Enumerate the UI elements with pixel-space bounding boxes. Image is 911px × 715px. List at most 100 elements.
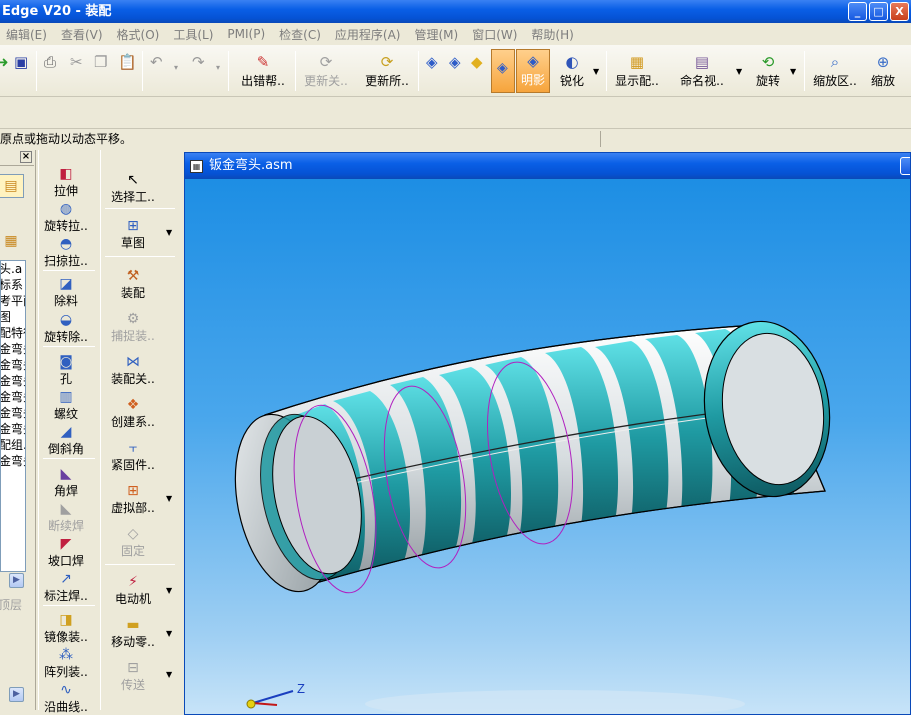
tree-item[interactable]: 金弯头: [1, 421, 25, 437]
shading-button[interactable]: ◈ 明影: [516, 49, 550, 93]
tree-item[interactable]: 金弯头: [1, 405, 25, 421]
shaded-edges-button[interactable]: ◈: [491, 49, 515, 93]
z-axis-label: Z: [297, 681, 305, 696]
view-trimetric-icon[interactable]: ◆: [471, 53, 483, 71]
transfer-button[interactable]: ⊟ 传送: [103, 660, 163, 693]
redo-dropdown-icon[interactable]: ▾: [216, 63, 220, 72]
save-icon[interactable]: ▣: [14, 53, 28, 71]
capture-fit-button[interactable]: ⚙ 捕捉装..: [103, 311, 163, 344]
undo-dropdown-icon[interactable]: ▾: [174, 63, 178, 72]
fastener-button[interactable]: ⫟ 紧固件..: [103, 440, 163, 473]
mirror-assembly-button[interactable]: ◨ 镜像装..: [36, 612, 96, 645]
groove-weld-icon: ◤: [60, 536, 72, 552]
intermittent-weld-button[interactable]: ◣ 断续焊: [36, 501, 96, 534]
cutout-button[interactable]: ◪ 除料: [36, 276, 96, 309]
minimize-button[interactable]: _: [848, 2, 867, 21]
fillet-weld-button[interactable]: ◣ 角焊: [36, 466, 96, 499]
menu-view[interactable]: 查看(V): [55, 26, 111, 43]
zoom-area-button[interactable]: ⌕ 缩放区..: [810, 45, 860, 95]
revolve-button[interactable]: ◍ 旋转拉..: [36, 201, 96, 234]
tree-item[interactable]: 配组..: [1, 437, 25, 453]
create-system-button[interactable]: ❖ 创建系..: [103, 397, 163, 430]
groove-weld-button[interactable]: ◤ 坡口焊: [36, 536, 96, 569]
menu-help[interactable]: 帮助(H): [525, 26, 581, 43]
menu-window[interactable]: 窗口(W): [466, 26, 525, 43]
extrude-button[interactable]: ◧ 拉伸: [36, 166, 96, 199]
sketch-dropdown-icon[interactable]: ▼: [166, 228, 172, 237]
menu-edit[interactable]: 编辑(E): [0, 26, 55, 43]
print-icon[interactable]: ⎙: [44, 53, 56, 71]
pane-scroll-right-icon[interactable]: ▶: [9, 687, 24, 702]
tree-item[interactable]: 金弯头: [1, 453, 25, 469]
sharpen-button[interactable]: ◐ 锐化: [556, 45, 588, 95]
menu-inspect[interactable]: 检查(C): [273, 26, 329, 43]
motor-button[interactable]: ⚡ 电动机: [103, 574, 163, 607]
window-title-bar: Edge V20 - 装配 _ □ X: [0, 0, 911, 23]
chamfer-button[interactable]: ◢ 倒斜角: [36, 424, 96, 457]
close-button[interactable]: X: [890, 2, 909, 21]
pathfinder-tab-icon[interactable]: ▤: [0, 174, 24, 198]
tree-item[interactable]: 考平面: [1, 293, 25, 309]
error-assistant-button[interactable]: ✎ 出错帮..: [236, 45, 290, 95]
along-curve-button[interactable]: ∿ 沿曲线..: [36, 682, 96, 715]
move-parts-dropdown-icon[interactable]: ▼: [166, 629, 172, 638]
menu-tools[interactable]: 工具(L): [167, 26, 221, 43]
move-parts-button[interactable]: ▬ 移动零..: [103, 617, 163, 650]
virtual-component-dropdown-icon[interactable]: ▼: [166, 494, 172, 503]
undo-icon[interactable]: ↶: [150, 53, 163, 71]
menu-pmi[interactable]: PMI(P): [221, 27, 273, 41]
pattern-assembly-button[interactable]: ⁂ 阵列装..: [36, 647, 96, 680]
copy-icon[interactable]: ❐: [94, 53, 107, 71]
sharpen-dropdown-icon[interactable]: ▼: [593, 67, 599, 76]
menu-applications[interactable]: 应用程序(A): [329, 26, 409, 43]
assembly-relations-button[interactable]: ⋈ 装配关..: [103, 354, 163, 387]
tree-item[interactable]: 金弯头: [1, 373, 25, 389]
update-all-button[interactable]: ⟳ 更新所..: [360, 45, 414, 95]
tree-item[interactable]: 金弯头: [1, 389, 25, 405]
thread-icon: ▥: [59, 389, 73, 405]
view-dimetric-icon[interactable]: ◈: [449, 53, 461, 71]
tree-item[interactable]: 标系: [1, 277, 25, 293]
rotate-button[interactable]: ⟲ 旋转: [752, 45, 784, 95]
named-view-dropdown-icon[interactable]: ▼: [736, 67, 742, 76]
ground-button[interactable]: ◇ 固定: [103, 526, 163, 559]
menu-format[interactable]: 格式(O): [111, 26, 168, 43]
tree-item[interactable]: 头.a: [1, 261, 25, 277]
graphics-viewport[interactable]: Z: [185, 179, 910, 714]
zoom-button[interactable]: ⊕ 缩放: [866, 45, 900, 95]
tree-item[interactable]: 金弯头: [1, 357, 25, 373]
cut-icon[interactable]: ✂: [70, 53, 83, 71]
rotate-dropdown-icon[interactable]: ▼: [790, 67, 796, 76]
hole-button[interactable]: ◙ 孔: [36, 354, 96, 387]
paste-icon[interactable]: 📋: [118, 53, 137, 71]
extrude-icon: ◧: [59, 166, 73, 182]
maximize-button[interactable]: □: [869, 2, 888, 21]
open-icon[interactable]: ➜: [0, 53, 9, 71]
redo-icon[interactable]: ↷: [192, 53, 205, 71]
transfer-dropdown-icon[interactable]: ▼: [166, 670, 172, 679]
sweep-button[interactable]: ◓ 扫掠拉..: [36, 236, 96, 269]
named-view-icon: ▤: [694, 53, 710, 71]
select-tool-button[interactable]: ↖ 选择工..: [103, 172, 163, 205]
virtual-component-button[interactable]: ⊞ 虚拟部..: [103, 483, 163, 516]
document-icon: ▦: [190, 160, 203, 173]
assembly-icon[interactable]: ▦: [0, 230, 24, 254]
thread-button[interactable]: ▥ 螺纹: [36, 389, 96, 422]
update-relations-button[interactable]: ⟳ 更新关..: [300, 45, 352, 95]
tree-item[interactable]: 金弯头: [1, 341, 25, 357]
label-weld-button[interactable]: ↗ 标注焊..: [36, 571, 96, 604]
document-minimize-button[interactable]: [900, 157, 910, 175]
transfer-icon: ⊟: [127, 660, 139, 676]
assemble-button[interactable]: ⚒ 装配: [103, 268, 163, 301]
menu-manage[interactable]: 管理(M): [408, 26, 466, 43]
named-view-button[interactable]: ▤ 命名视..: [676, 45, 728, 95]
motor-dropdown-icon[interactable]: ▼: [166, 586, 172, 595]
sketch-button[interactable]: ⊞ 草图: [103, 218, 163, 251]
revolved-cutout-button[interactable]: ◒ 旋转除..: [36, 312, 96, 345]
show-config-button[interactable]: ▦ 显示配..: [612, 45, 662, 95]
tree-scroll-right-icon[interactable]: ▶: [9, 573, 24, 588]
tree-item[interactable]: 配特征: [1, 325, 25, 341]
tree-item[interactable]: 图: [1, 309, 25, 325]
edgebar-close-icon[interactable]: ×: [20, 151, 32, 163]
view-iso-icon[interactable]: ◈: [426, 53, 438, 71]
